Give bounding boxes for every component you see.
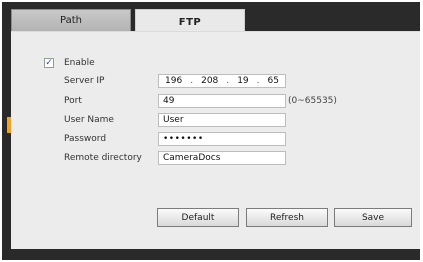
ip-octet-4: 65 [267, 76, 279, 86]
password-label: Password [64, 134, 107, 144]
enable-checkbox[interactable]: ✓ [44, 58, 54, 68]
check-mark-icon: ✓ [45, 58, 53, 68]
port-label: Port [64, 96, 82, 106]
enable-label: Enable [64, 58, 95, 68]
ip-separator: . [190, 76, 194, 86]
default-button[interactable]: Default [157, 208, 239, 227]
save-button[interactable]: Save [334, 208, 412, 227]
refresh-button[interactable]: Refresh [246, 208, 328, 227]
password-input[interactable]: ••••••• [158, 132, 286, 146]
username-input[interactable]: User [158, 113, 286, 127]
ip-separator: . [256, 76, 260, 86]
server-ip-input[interactable]: 196 . 208 . 19 . 65 [158, 74, 286, 88]
remote-directory-input[interactable]: CameraDocs [158, 151, 286, 165]
server-ip-label: Server IP [64, 76, 105, 86]
ip-octet-1: 196 [165, 76, 183, 86]
tab-path[interactable]: Path [11, 9, 131, 31]
tab-path-label: Path [60, 15, 82, 26]
port-range-hint: (0~65535) [288, 96, 337, 106]
tab-ftp-label: FTP [178, 17, 202, 28]
ip-octet-2: 208 [201, 76, 219, 86]
ftp-settings-window: Path FTP ✓ Enable Server IP 196 . 208 . … [2, 2, 420, 260]
remote-directory-label: Remote directory [64, 153, 142, 163]
ip-octet-3: 19 [237, 76, 249, 86]
ip-separator: . [226, 76, 230, 86]
username-label: User Name [64, 115, 114, 125]
port-input[interactable]: 49 [158, 94, 286, 108]
